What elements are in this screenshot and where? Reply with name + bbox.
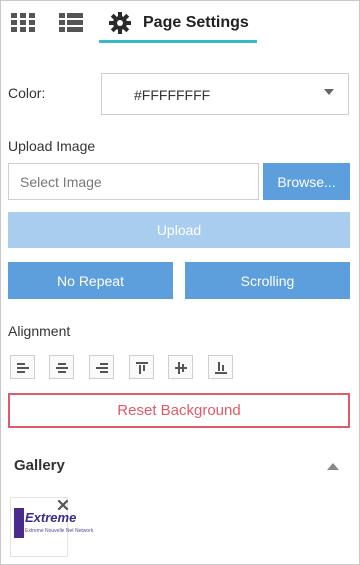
- upload-button[interactable]: Upload: [8, 212, 350, 248]
- chevron-down-icon: [324, 89, 334, 95]
- gallery-heading: Gallery: [14, 457, 65, 474]
- logo-mark: [14, 508, 24, 538]
- align-top-icon: [136, 362, 148, 374]
- logo-text: Extreme: [25, 510, 77, 525]
- gear-icon: [109, 12, 131, 34]
- align-bottom-icon: [215, 362, 227, 374]
- tab-page-settings[interactable]: Page Settings: [99, 5, 257, 43]
- panel-tabs: Page Settings: [1, 1, 359, 43]
- grid-icon[interactable]: [11, 11, 37, 33]
- color-label: Color:: [8, 85, 46, 101]
- align-bottom-button[interactable]: [208, 355, 233, 379]
- align-top-button[interactable]: [129, 355, 154, 379]
- upload-image-label: Upload Image: [8, 138, 96, 154]
- scrolling-button[interactable]: Scrolling: [185, 262, 350, 299]
- align-left-button[interactable]: [10, 355, 35, 379]
- align-right-button[interactable]: [89, 355, 114, 379]
- reset-background-button[interactable]: Reset Background: [8, 393, 350, 428]
- tab-settings-label: Page Settings: [143, 14, 249, 31]
- browse-button[interactable]: Browse...: [263, 163, 350, 200]
- align-center-icon: [56, 363, 68, 373]
- close-icon[interactable]: [57, 498, 69, 511]
- select-image-input[interactable]: [8, 163, 259, 200]
- page-settings-panel: Page Settings Color: #FFFFFFFF Upload Im…: [0, 0, 360, 565]
- color-value: #FFFFFFFF: [134, 87, 211, 103]
- align-center-button[interactable]: [49, 355, 74, 379]
- alignment-label: Alignment: [8, 323, 71, 339]
- logo-subtext: Extreme Nouvelle Net Network: [25, 528, 94, 534]
- list-icon[interactable]: [57, 11, 87, 33]
- align-right-icon: [96, 363, 108, 373]
- chevron-up-icon[interactable]: [327, 463, 339, 470]
- repeat-button[interactable]: No Repeat: [8, 262, 173, 299]
- align-left-icon: [17, 363, 29, 373]
- color-dropdown[interactable]: #FFFFFFFF: [101, 73, 349, 115]
- align-middle-button[interactable]: [168, 355, 193, 379]
- align-middle-icon: [175, 362, 187, 374]
